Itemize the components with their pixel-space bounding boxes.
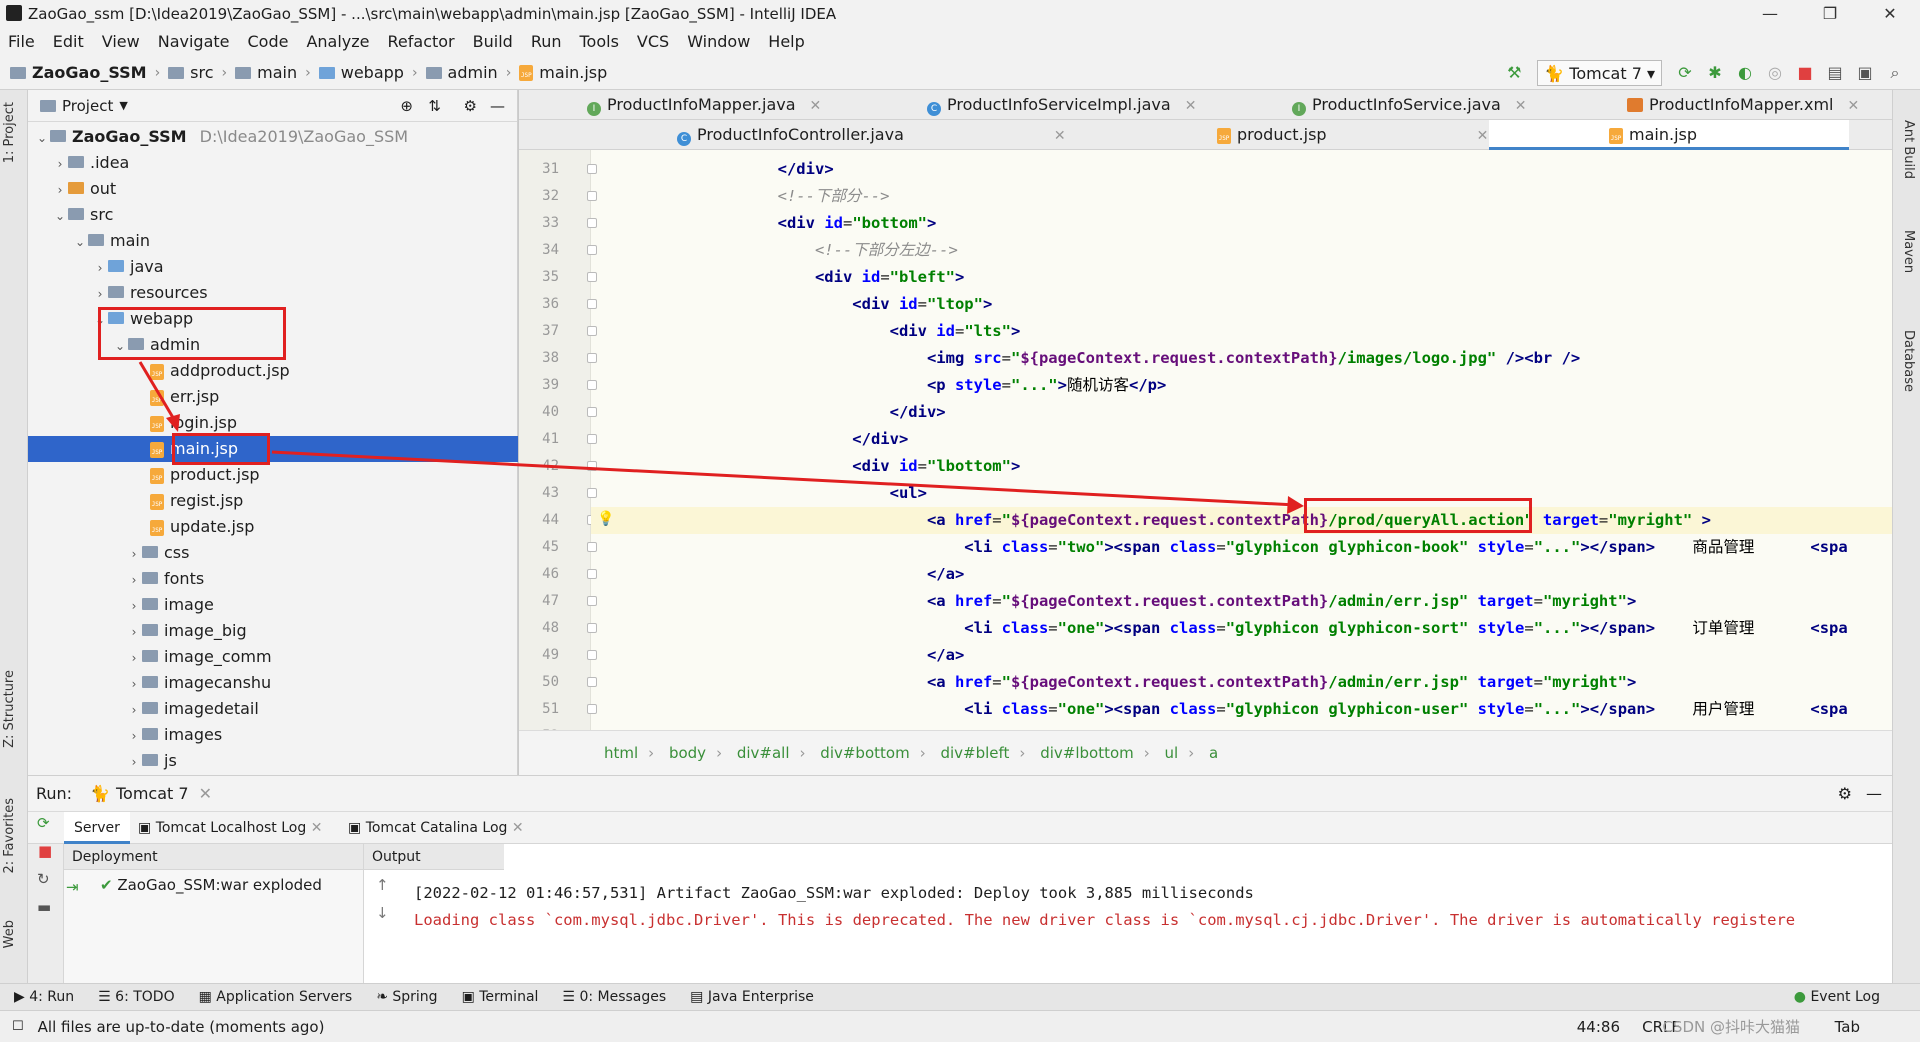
log-icon: ▣: [348, 820, 366, 836]
tab-label: Tomcat Catalina Log: [365, 820, 508, 836]
tool-label: 4: Run: [29, 989, 75, 1005]
tool-label: Application Servers: [216, 989, 353, 1005]
run-config-tab[interactable]: Tomcat 7: [116, 784, 189, 803]
run-icon: ▶: [14, 989, 30, 1005]
gear-icon[interactable]: ⚙: [1838, 784, 1852, 803]
hide-icon[interactable]: —: [1866, 784, 1882, 803]
list-icon: ☰: [98, 989, 116, 1005]
rerun-icon[interactable]: ⟳: [37, 814, 50, 832]
deployment-label: ZaoGao_SSM:war exploded: [117, 876, 322, 894]
tool-label: Terminal: [479, 989, 539, 1005]
caret-position[interactable]: 44:86: [1577, 1018, 1620, 1036]
terminal-icon: ▣: [461, 989, 480, 1005]
run-label: Run:: [36, 784, 73, 803]
close-icon[interactable]: ✕: [512, 820, 524, 836]
deployment-header: Deployment: [64, 844, 363, 870]
check-icon: ✔: [100, 876, 118, 894]
event-log-button[interactable]: ● Event Log: [1794, 989, 1880, 1005]
deployment-pane: Deployment ⇥ ✔ ZaoGao_SSM:war exploded: [64, 844, 364, 984]
scroll-down-icon[interactable]: ↓: [376, 904, 389, 922]
tool-spring[interactable]: ❧ Spring: [376, 989, 437, 1005]
close-icon[interactable]: ✕: [311, 820, 323, 836]
tool-label: Java Enterprise: [707, 989, 814, 1005]
stop-icon[interactable]: ■: [38, 842, 52, 860]
server-icon: ▦: [198, 989, 217, 1005]
tab-label: Tomcat Localhost Log: [155, 820, 307, 836]
tool-messages[interactable]: ☰ 0: Messages: [562, 989, 666, 1005]
tomcat-icon: 🐈: [90, 784, 110, 803]
event-log-icon: ●: [1793, 989, 1811, 1005]
run-tabs: Server ▣ Tomcat Localhost Log ✕ ▣ Tomcat…: [28, 812, 1892, 844]
layout-icon[interactable]: ▬: [37, 898, 51, 916]
tab-catalina-log[interactable]: ▣ Tomcat Catalina Log ✕: [338, 812, 534, 844]
deployment-item[interactable]: ✔ ZaoGao_SSM:war exploded: [100, 876, 322, 894]
status-message: All files are up-to-date (moments ago): [37, 1017, 325, 1036]
run-actions: ⟳ ■ ↻ ▬: [28, 814, 64, 984]
tab-server[interactable]: Server: [64, 812, 130, 844]
tool-label: 0: Messages: [579, 989, 667, 1005]
status-bar: ☐ All files are up-to-date (moments ago)…: [0, 1010, 1920, 1042]
close-icon[interactable]: ✕: [199, 784, 212, 803]
tool-terminal[interactable]: ▣ Terminal: [462, 989, 539, 1005]
arrow-head-main: [166, 414, 180, 432]
scroll-up-icon[interactable]: ↑: [376, 876, 389, 894]
tool-run[interactable]: ▶ 4: Run: [14, 989, 74, 1005]
log-icon: ▣: [138, 820, 156, 836]
java-ee-icon: ▤: [690, 989, 708, 1005]
arrow-head-action: [1287, 496, 1304, 514]
tool-application-servers[interactable]: ▦ Application Servers: [199, 989, 353, 1005]
output-line-warning: Loading class `com.mysql.jdbc.Driver'. T…: [414, 911, 1796, 929]
run-header: Run: 🐈 Tomcat 7 ✕ ⚙ —: [28, 776, 1892, 812]
output-header: Output: [364, 844, 504, 870]
messages-icon: ☰: [562, 989, 580, 1005]
watermark: CSDN @抖咔大猫猫: [1662, 1018, 1800, 1036]
status-toggle-icon[interactable]: ☐: [12, 1019, 24, 1034]
update-icon[interactable]: ↻: [37, 870, 50, 888]
indent-setting[interactable]: Tab: [1835, 1018, 1860, 1036]
output-line: [2022-02-12 01:46:57,531] Artifact ZaoGa…: [414, 884, 1254, 902]
tool-window-bar: ▶ 4: Run ☰ 6: TODO ▦ Application Servers…: [0, 983, 1920, 1010]
output-pane[interactable]: Output ↑ ↓ [2022-02-12 01:46:57,531] Art…: [364, 844, 1892, 984]
arrow-main-to-action: [271, 450, 1297, 507]
tab-localhost-log[interactable]: ▣ Tomcat Localhost Log ✕: [128, 812, 332, 844]
tool-label: Spring: [392, 989, 438, 1005]
run-panel: Run: 🐈 Tomcat 7 ✕ ⚙ — Server ▣ Tomcat Lo…: [28, 775, 1892, 984]
tool-java-enterprise[interactable]: ▤ Java Enterprise: [690, 989, 814, 1005]
deploy-icon[interactable]: ⇥: [66, 878, 79, 896]
event-log-label: Event Log: [1810, 989, 1880, 1005]
spring-icon: ❧: [376, 989, 393, 1005]
tool-todo[interactable]: ☰ 6: TODO: [98, 989, 174, 1005]
tool-label: 6: TODO: [115, 989, 175, 1005]
